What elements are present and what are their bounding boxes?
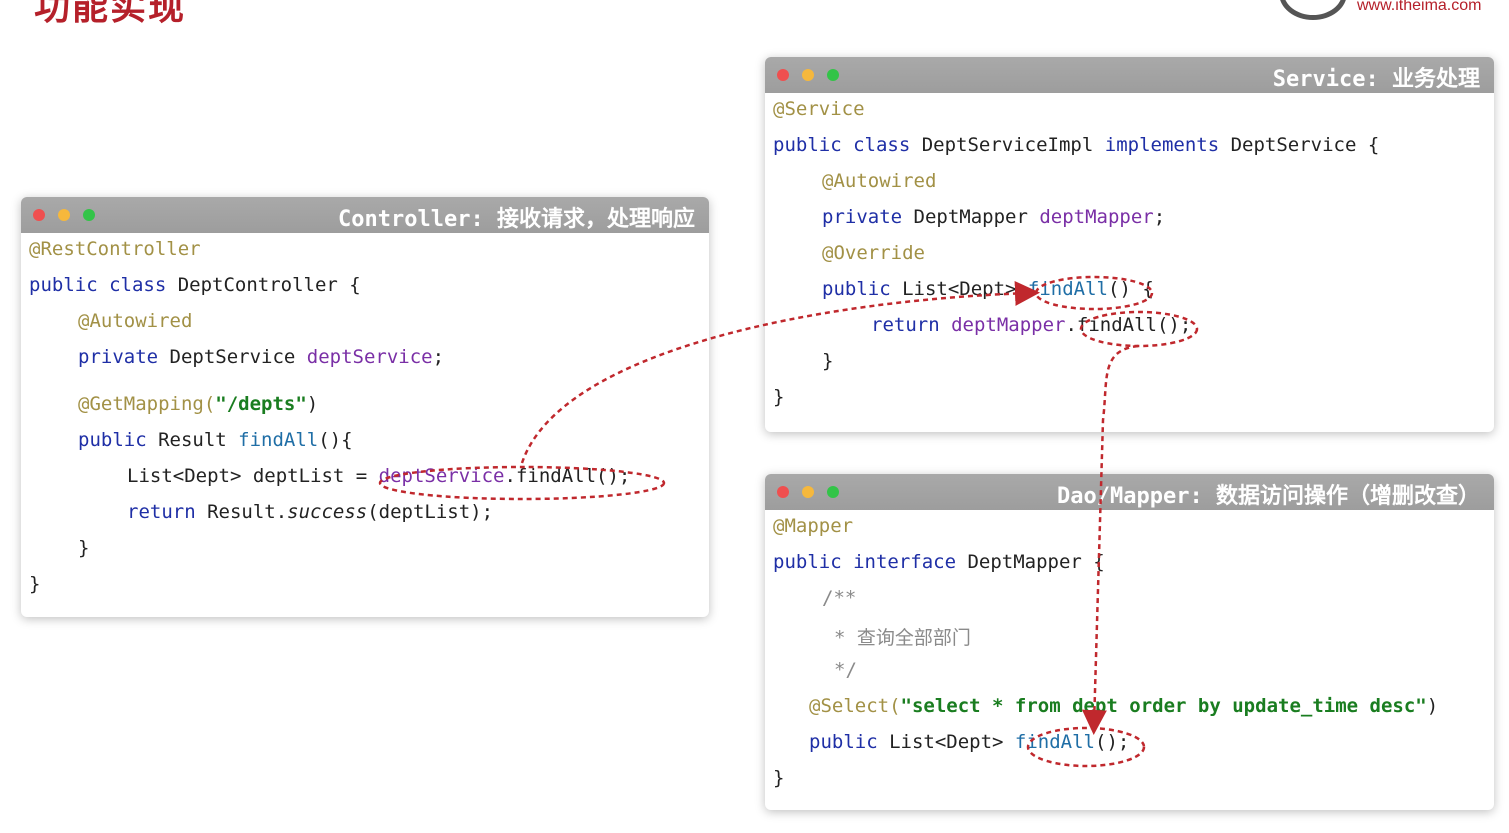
close-dot-icon [777,69,789,81]
minimize-dot-icon [802,69,814,81]
service-code-window: Service: 业务处理 @Service public class Dept… [765,57,1494,432]
code-line: @Autowired [78,310,193,332]
code-line: public class DeptController { [29,274,361,296]
close-dot-icon [777,486,789,498]
code-line: } [822,350,834,372]
logo-url: www.itheima.com [1357,0,1482,14]
maximize-dot-icon [827,486,839,498]
minimize-dot-icon [58,209,70,221]
code-line: } [773,386,785,408]
code-line: @Service [773,98,865,120]
controller-window-header: Controller: 接收请求，处理响应 [21,197,709,233]
code-line: */ [834,659,857,681]
maximize-dot-icon [827,69,839,81]
code-line: } [78,537,90,559]
code-line: public Result findAll(){ [78,429,353,451]
code-line: @RestController [29,238,201,260]
controller-window-title: Controller: 接收请求，处理响应 [338,207,695,232]
service-window-header: Service: 业务处理 [765,57,1494,93]
code-line: @Select("select * from dept order by upd… [809,695,1439,717]
code-line: @Mapper [773,515,854,537]
code-line: @GetMapping("/depts") [78,393,319,415]
mapper-code-window: Dao/Mapper: 数据访问操作（增删改查） @Mapper public … [765,474,1494,810]
mapper-window-title: Dao/Mapper: 数据访问操作（增删改查） [1057,484,1480,509]
itheima-logo: www.itheima.com [1259,0,1509,26]
code-line: @Autowired [822,170,937,192]
close-dot-icon [33,209,45,221]
slide-title: 功能实现 [34,0,187,28]
mapper-window-header: Dao/Mapper: 数据访问操作（增删改查） [765,474,1494,510]
code-line: return deptMapper.findAll(); [871,314,1192,336]
code-line: return Result.success(deptList); [127,501,494,523]
code-line: } [29,573,41,595]
logo-icon [1279,0,1347,20]
code-line: private DeptService deptService; [78,346,445,368]
code-line: * 查询全部部门 [834,627,971,649]
code-line: List<Dept> deptList = deptService.findAl… [127,465,631,487]
controller-code-window: Controller: 接收请求，处理响应 @RestController pu… [21,197,709,617]
service-window-title: Service: 业务处理 [1272,67,1480,92]
code-line: public class DeptServiceImpl implements … [773,134,1380,156]
code-line: public List<Dept> findAll() { [822,278,1154,300]
minimize-dot-icon [802,486,814,498]
code-line: public List<Dept> findAll(); [809,731,1130,753]
code-line: @Override [822,242,925,264]
maximize-dot-icon [83,209,95,221]
code-line: } [773,767,785,789]
code-line: private DeptMapper deptMapper; [822,206,1166,228]
code-line: public interface DeptMapper { [773,551,1105,573]
code-line: /** [822,587,857,609]
